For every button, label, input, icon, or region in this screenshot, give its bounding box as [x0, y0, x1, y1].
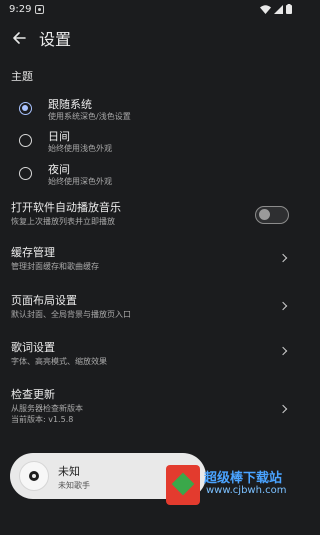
setting-layout[interactable]: 页面布局设置 默认封面、全局背景与播放页入口 [0, 292, 300, 324]
watermark-title: 超级棒下载站 [204, 471, 283, 486]
setting-desc: 恢复上次播放列表并立即播放 [11, 217, 115, 226]
theme-option-label: 夜间 [48, 163, 70, 176]
app-version: 当前版本: v1.5.8 [11, 415, 74, 424]
song-artist: 未知歌手 [58, 481, 90, 490]
setting-desc: 默认封面、全局背景与播放页入口 [11, 310, 131, 319]
radio-button[interactable] [19, 102, 32, 115]
theme-option-label: 日间 [48, 130, 70, 143]
theme-option-desc: 始终使用浅色外观 [48, 144, 112, 153]
setting-title: 歌词设置 [11, 341, 55, 354]
toggle-knob [259, 209, 270, 220]
theme-option-desc: 使用系统深色/浅色设置 [48, 112, 131, 121]
watermark-logo-icon [166, 465, 200, 505]
chevron-right-icon [278, 346, 288, 356]
section-title-theme: 主题 [11, 70, 33, 83]
theme-option-light[interactable]: 日间 始终使用浅色外观 [0, 126, 300, 156]
chevron-right-icon [278, 404, 288, 414]
setting-title: 缓存管理 [11, 246, 55, 259]
status-bar: 9:29 [0, 0, 300, 18]
setting-desc: 从服务器检查新版本 [11, 404, 83, 413]
setting-title: 页面布局设置 [11, 294, 77, 307]
radio-button[interactable] [19, 167, 32, 180]
theme-option-label: 跟随系统 [48, 98, 92, 111]
autoplay-toggle[interactable] [255, 206, 289, 224]
signal-icon [274, 4, 283, 14]
watermark: 超级棒下载站 www.cjbwh.com [166, 461, 300, 523]
wifi-icon [260, 4, 271, 14]
setting-desc: 管理封面缓存和歌曲缓存 [11, 262, 99, 271]
setting-title: 检查更新 [11, 388, 55, 401]
setting-update[interactable]: 检查更新 从服务器检查新版本 当前版本: v1.5.8 [0, 386, 300, 430]
arrow-left-icon [13, 32, 26, 44]
setting-desc: 字体、高亮模式、缩放效果 [11, 357, 107, 366]
album-disc-icon [19, 461, 49, 491]
setting-lyrics[interactable]: 歌词设置 字体、高亮模式、缩放效果 [0, 339, 300, 371]
song-title: 未知 [58, 465, 80, 478]
theme-option-dark[interactable]: 夜间 始终使用深色外观 [0, 159, 300, 189]
setting-title: 打开软件自动播放音乐 [11, 201, 121, 214]
setting-autoplay[interactable]: 打开软件自动播放音乐 恢复上次播放列表并立即播放 [0, 199, 300, 231]
notification-icon [35, 4, 45, 14]
status-left: 9:29 [9, 3, 45, 15]
battery-icon [286, 4, 292, 14]
back-button[interactable] [9, 28, 29, 48]
chevron-right-icon [278, 301, 288, 311]
page-title: 设置 [39, 30, 72, 49]
theme-option-system[interactable]: 跟随系统 使用系统深色/浅色设置 [0, 94, 300, 124]
watermark-url: www.cjbwh.com [206, 485, 287, 496]
status-time: 9:29 [9, 3, 32, 15]
status-icons [260, 4, 292, 14]
radio-button[interactable] [19, 134, 32, 147]
app-bar: 设置 [0, 22, 300, 54]
theme-option-desc: 始终使用深色外观 [48, 177, 112, 186]
chevron-right-icon [278, 253, 288, 263]
setting-cache[interactable]: 缓存管理 管理封面缓存和歌曲缓存 [0, 244, 300, 276]
